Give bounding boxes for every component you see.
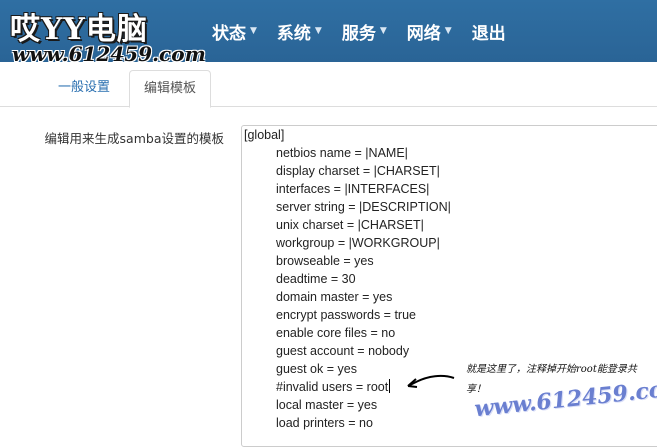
editor-line: encrypt passwords = true: [276, 308, 416, 322]
editor-line: deadtime = 30: [276, 272, 356, 286]
site-logo: 哎YY电脑 www.612459.com: [6, 2, 206, 66]
nav-system-label: 系统: [276, 23, 311, 44]
editor-line-text: #invalid users = root: [276, 380, 389, 394]
editor-line: server string = |DESCRIPTION|: [276, 200, 451, 214]
caret-down-icon: ▼: [444, 26, 452, 36]
nav-logout-label: 退出: [471, 23, 506, 44]
annotation-arrow-icon: [407, 374, 455, 388]
nav-network-label: 网络: [406, 23, 441, 44]
editor-line: [global]: [244, 128, 285, 142]
nav-status-label: 状态: [212, 23, 246, 44]
editor-line: netbios name = |NAME|: [276, 146, 408, 160]
editor-line: workgroup = |WORKGROUP|: [276, 236, 440, 250]
settings-tabs: 一般设置 编辑模板: [0, 62, 657, 108]
tab-general-settings[interactable]: 一般设置: [44, 70, 124, 105]
nav-services[interactable]: 服务 ▼: [342, 19, 387, 44]
editor-line: guest account = nobody: [276, 344, 410, 358]
editor-line: unix charset = |CHARSET|: [276, 218, 424, 232]
template-field-label: 编辑用来生成samba设置的模板: [44, 131, 224, 146]
nav-services-label: 服务: [341, 23, 376, 44]
editor-line: interfaces = |INTERFACES|: [276, 182, 430, 196]
nav-network[interactable]: 网络 ▼: [407, 19, 452, 44]
nav-logout[interactable]: 退出: [472, 19, 506, 44]
editor-line: display charset = |CHARSET|: [276, 164, 440, 178]
tab-edit-template[interactable]: 编辑模板: [129, 70, 212, 108]
text-cursor: [389, 379, 391, 393]
top-navbar: 哎YY电脑 www.612459.com 状态 ▼ 系统 ▼ 服务 ▼ 网络 ▼…: [0, 0, 657, 66]
nav-system[interactable]: 系统 ▼: [277, 19, 322, 44]
editor-line: browseable = yes: [276, 254, 374, 268]
caret-down-icon: ▼: [250, 26, 257, 36]
editor-line: load printers = no: [276, 416, 373, 430]
nav-status[interactable]: 状态 ▼: [212, 19, 257, 44]
caret-down-icon: ▼: [379, 26, 387, 36]
caret-down-icon: ▼: [314, 26, 322, 36]
editor-line: enable core files = no: [276, 326, 396, 340]
editor-line: domain master = yes: [276, 290, 393, 304]
main-nav: 状态 ▼ 系统 ▼ 服务 ▼ 网络 ▼ 退出: [212, 0, 526, 62]
